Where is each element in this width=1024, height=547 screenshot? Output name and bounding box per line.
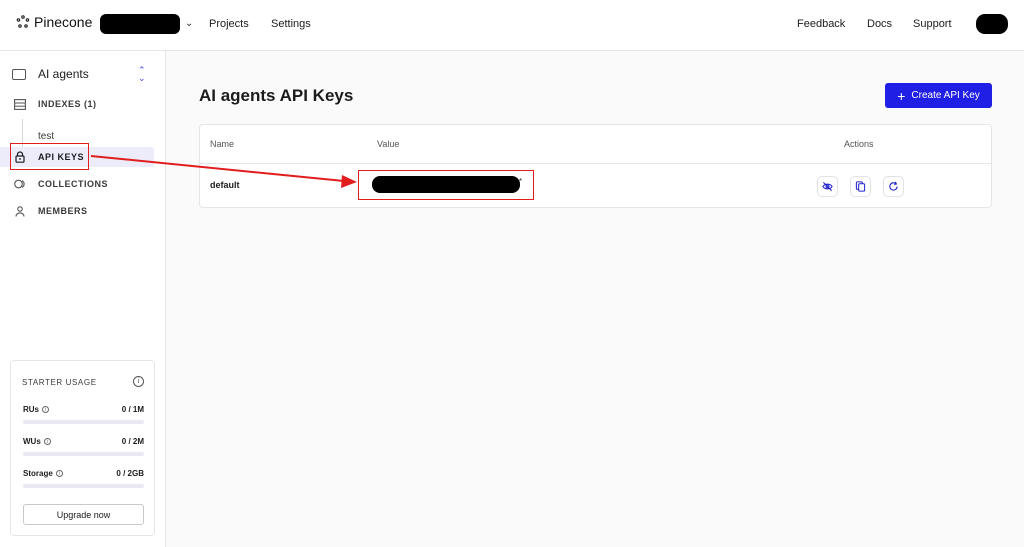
chevron-down-icon[interactable]: ⌄ [185, 18, 193, 29]
nav-projects-link[interactable]: Projects [209, 18, 249, 30]
rotate-key-button[interactable] [883, 176, 904, 197]
pinecone-logo-icon [16, 15, 30, 28]
expand-collapse-icon[interactable]: ⌃ ⌄ [138, 66, 146, 83]
copy-button[interactable] [850, 176, 871, 197]
usage-label: RUs [23, 405, 40, 414]
column-header-actions: Actions [844, 139, 874, 149]
project-selector[interactable]: AI agents [12, 67, 89, 81]
logo-text: Pinecone [34, 14, 93, 30]
sidebar-item-label: COLLECTIONS [38, 179, 108, 189]
sidebar-item-collections[interactable]: COLLECTIONS [0, 174, 154, 194]
usage-progress-bar [23, 484, 144, 488]
page-title: AI agents API Keys [199, 86, 354, 105]
starter-usage-card: STARTER USAGE i RUs i 0 / 1M WUs i 0 / 2M … [10, 360, 155, 536]
api-key-name: default [210, 180, 240, 190]
sidebar-item-members[interactable]: MEMBERS [0, 201, 154, 221]
upgrade-now-button[interactable]: Upgrade now [23, 504, 144, 525]
create-api-key-button[interactable]: + Create API Key [885, 83, 992, 108]
divider [200, 163, 991, 164]
info-icon[interactable]: i [43, 438, 51, 445]
sidebar-item-indexes[interactable]: INDEXES (1) [0, 94, 154, 114]
sidebar-item-label: MEMBERS [38, 206, 88, 216]
column-header-value: Value [377, 139, 400, 149]
usage-title: STARTER USAGE [22, 378, 97, 387]
info-icon[interactable]: i [133, 376, 144, 387]
column-header-name: Name [210, 139, 235, 149]
usage-value: 0 / 2M [121, 437, 144, 446]
usage-row-storage: Storage i 0 / 2GB [23, 469, 144, 488]
top-nav: Pinecone ⌄ Projects Settings Feedback Do… [0, 0, 1024, 51]
usage-row-wus: WUs i 0 / 2M [23, 437, 144, 456]
copy-icon [855, 181, 866, 192]
api-key-value-suffix: * [519, 177, 523, 186]
usage-label: WUs [23, 437, 41, 446]
indexes-icon [13, 98, 27, 110]
annotation-highlight-key-value: * [358, 170, 534, 200]
api-keys-table: Name Value Actions default * [199, 124, 992, 208]
toggle-visibility-button[interactable] [817, 176, 838, 197]
refresh-icon [889, 181, 898, 191]
project-name: AI agents [38, 67, 89, 81]
usage-value: 0 / 2GB [116, 469, 144, 478]
plus-icon: + [897, 87, 906, 104]
usage-row-rus: RUs i 0 / 1M [23, 405, 144, 424]
usage-value: 0 / 1M [121, 405, 144, 414]
usage-progress-bar [23, 452, 144, 456]
nav-docs-link[interactable]: Docs [867, 18, 892, 30]
usage-progress-bar [23, 420, 144, 424]
info-icon[interactable]: i [42, 406, 50, 413]
sidebar: AI agents ⌃ ⌄ INDEXES (1) test API KEYS C… [0, 51, 166, 547]
index-name: test [38, 130, 55, 142]
folder-icon [12, 68, 26, 80]
collections-icon [13, 178, 27, 190]
usage-label: Storage [23, 469, 53, 478]
api-key-value-redacted[interactable] [372, 176, 520, 193]
person-icon [13, 205, 27, 217]
annotation-highlight-api-keys [10, 143, 89, 170]
sidebar-item-label: INDEXES (1) [38, 99, 97, 109]
organization-selector-redacted[interactable] [100, 14, 180, 34]
create-api-key-label: Create API Key [911, 90, 980, 101]
avatar-redacted[interactable] [976, 14, 1008, 34]
nav-settings-link[interactable]: Settings [271, 18, 311, 30]
eye-off-icon [822, 181, 833, 192]
pinecone-logo[interactable]: Pinecone [16, 14, 92, 30]
info-icon[interactable]: i [55, 470, 63, 477]
nav-feedback-link[interactable]: Feedback [797, 18, 845, 30]
nav-support-link[interactable]: Support [913, 18, 952, 30]
